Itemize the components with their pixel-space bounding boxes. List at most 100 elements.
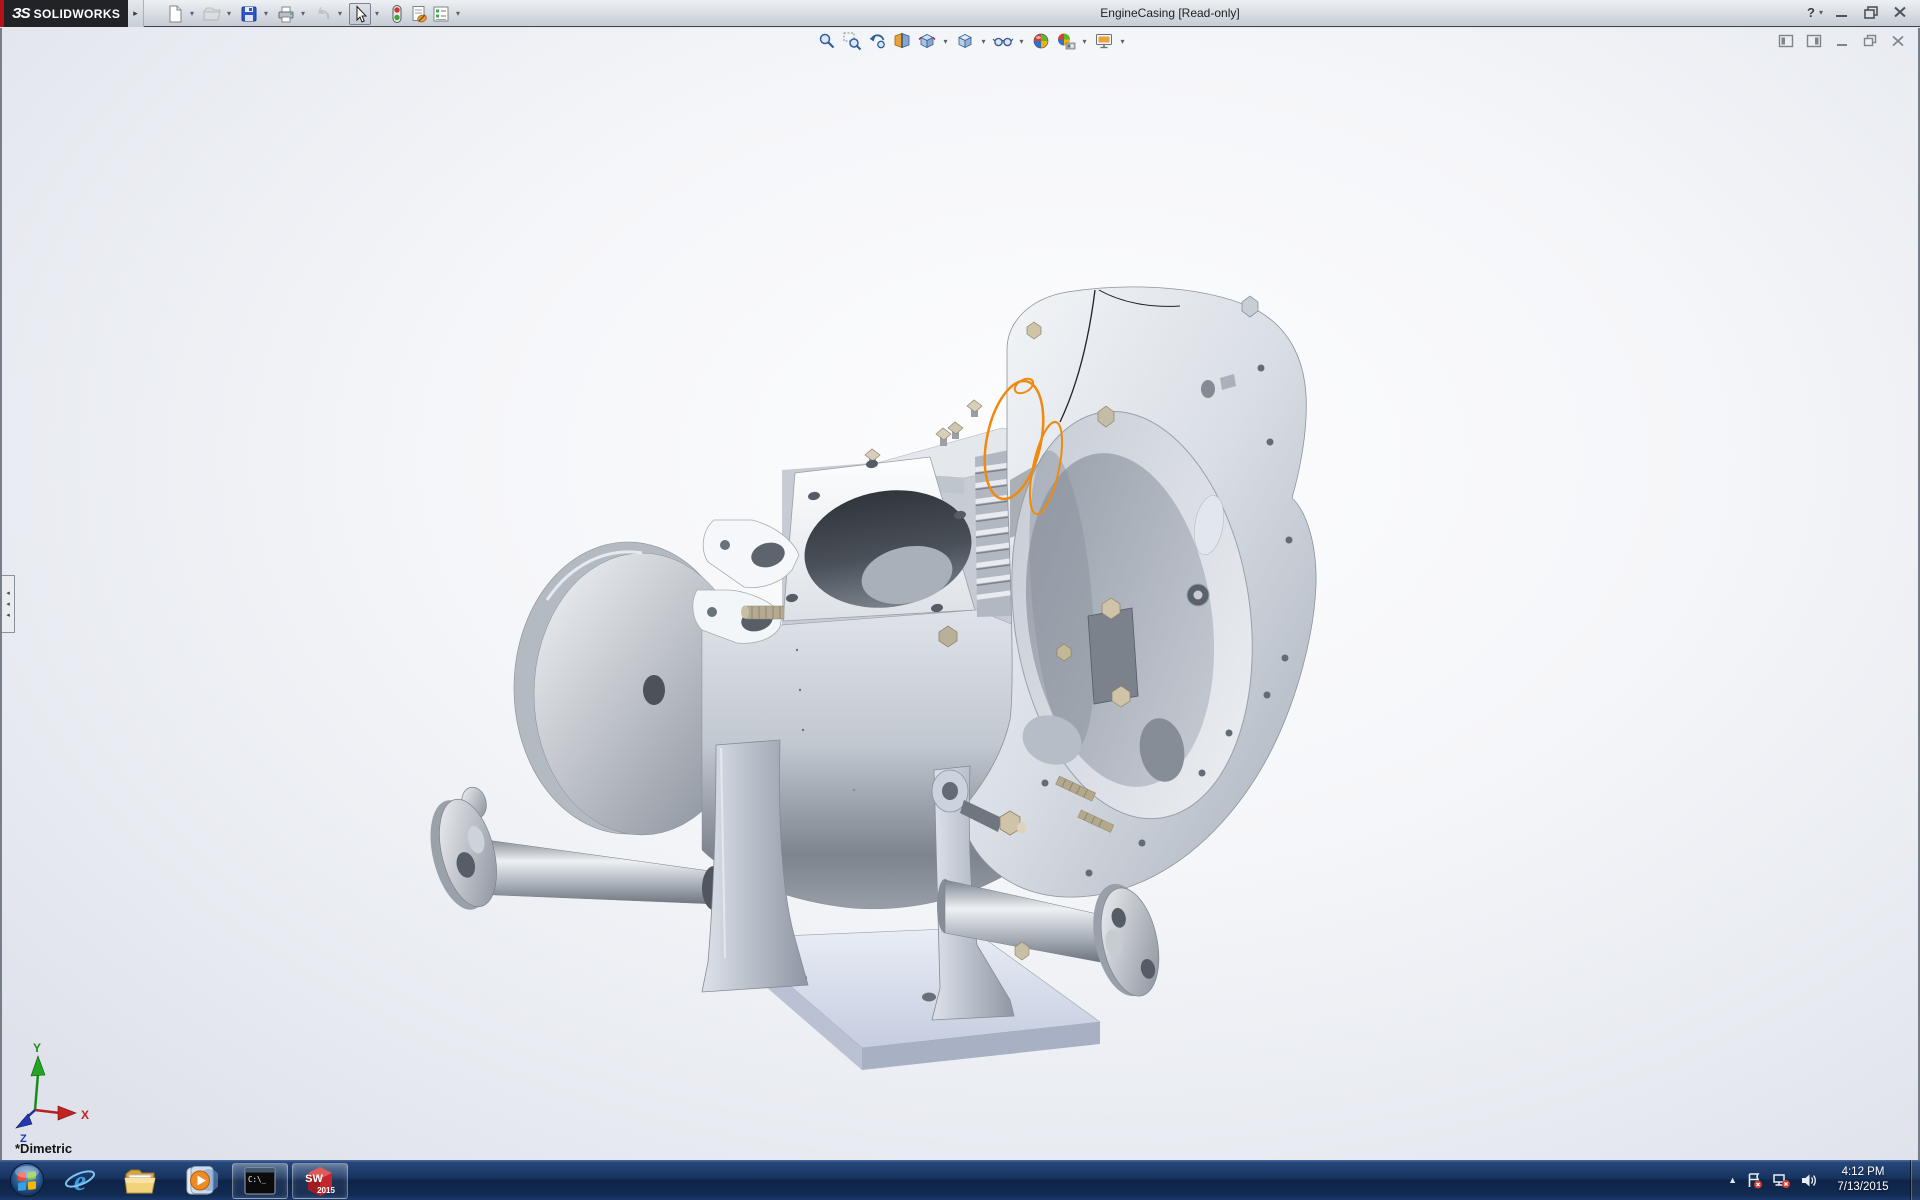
minimize-icon[interactable] <box>1832 4 1852 20</box>
menu-expand-arrow-icon[interactable]: ▸ <box>128 0 144 27</box>
print-button[interactable] <box>275 3 297 25</box>
pane-right-icon[interactable] <box>1806 34 1822 48</box>
help-button[interactable]: ? <box>1807 5 1815 20</box>
view-settings-button[interactable] <box>1091 30 1116 52</box>
save-dropdown[interactable]: ▾ <box>260 3 272 25</box>
doc-close-icon[interactable] <box>1890 34 1906 48</box>
bolt[interactable] <box>948 422 963 439</box>
hide-show-items-dropdown[interactable]: ▾ <box>1015 30 1028 52</box>
windows-start-orb-icon <box>8 1161 46 1199</box>
print-dropdown[interactable]: ▾ <box>297 3 309 25</box>
new-document-dropdown[interactable]: ▾ <box>186 3 198 25</box>
show-desktop-button[interactable] <box>1910 1160 1920 1200</box>
engine-casing-model[interactable]: Y X Z <box>2 28 1920 1160</box>
collapse-arrow-icon: ◂ <box>6 590 10 597</box>
options-dropdown[interactable]: ▾ <box>452 3 464 25</box>
close-icon[interactable] <box>1890 4 1910 20</box>
select-cursor-icon <box>350 4 370 24</box>
view-orientation-label: *Dimetric <box>15 1141 72 1156</box>
taskbar-item-internet-explorer[interactable]: e <box>52 1163 108 1199</box>
taskbar-item-media-player[interactable] <box>172 1163 228 1199</box>
show-hidden-icons-button[interactable]: ▲ <box>1728 1175 1737 1185</box>
main-toolbar: ▾ ▾ ▾ ▾ <box>164 2 467 25</box>
graphics-viewport[interactable]: Y X Z <box>0 28 1920 1160</box>
network-error-icon[interactable] <box>1772 1172 1791 1189</box>
hide-show-items-button[interactable] <box>990 30 1015 52</box>
sw-letters: SW <box>305 1173 323 1185</box>
doc-minimize-icon[interactable] <box>1834 34 1850 48</box>
featuremanager-collapsed-tab[interactable]: ◂ ◂ ◂ <box>2 575 15 633</box>
internet-explorer-icon: e <box>62 1164 98 1198</box>
brand-mark: ЗS <box>12 5 30 22</box>
threaded-stud[interactable] <box>741 606 784 620</box>
open-folder-icon <box>202 4 222 24</box>
document-title: EngineCasing [Read-only] <box>1040 6 1300 20</box>
triad-x-arrow <box>58 1106 76 1120</box>
undo-dropdown[interactable]: ▾ <box>334 3 346 25</box>
apply-scene-icon <box>1056 31 1076 51</box>
open-button[interactable] <box>201 3 223 25</box>
select-dropdown[interactable]: ▾ <box>371 3 383 25</box>
edit-appearance-button[interactable] <box>1028 30 1053 52</box>
display-style-icon <box>955 31 975 51</box>
collapse-arrow-icon: ◂ <box>6 601 10 608</box>
apply-scene-dropdown[interactable]: ▾ <box>1078 30 1091 52</box>
select-tool-button[interactable] <box>349 3 371 25</box>
file-properties-button[interactable] <box>408 3 430 25</box>
rebuild-traffic-light-icon <box>387 4 407 24</box>
rebuild-button[interactable] <box>386 3 408 25</box>
save-button[interactable] <box>238 3 260 25</box>
section-view-button[interactable] <box>889 30 914 52</box>
display-style-button[interactable] <box>952 30 977 52</box>
view-settings-dropdown[interactable]: ▾ <box>1116 30 1129 52</box>
folder-icon <box>122 1165 158 1197</box>
system-tray: ▲ 4:12 PM 7/13/2015 <box>1728 1160 1920 1200</box>
help-dropdown[interactable]: ▾ <box>1819 8 1823 17</box>
save-floppy-icon <box>239 4 259 24</box>
zoom-to-fit-icon <box>817 31 837 51</box>
previous-view-button[interactable] <box>864 30 889 52</box>
solidworks-logo: ЗS SOLIDWORKS <box>0 0 128 27</box>
view-orientation-button[interactable] <box>914 30 939 52</box>
collapse-arrow-icon: ◂ <box>6 612 10 619</box>
title-bar: ЗS SOLIDWORKS ▸ ▾ ▾ ▾ <box>0 0 1920 27</box>
part-clutch-housing[interactable] <box>960 287 1316 897</box>
taskbar-clock[interactable]: 4:12 PM 7/13/2015 <box>1831 1165 1895 1195</box>
clock-time: 4:12 PM <box>1831 1165 1895 1180</box>
taskbar: e C:\_ SW 201 <box>0 1160 1920 1200</box>
zoom-to-area-button[interactable] <box>839 30 864 52</box>
document-window-controls <box>1778 34 1906 48</box>
view-orientation-dropdown[interactable]: ▾ <box>939 30 952 52</box>
media-player-icon <box>182 1164 218 1198</box>
doc-restore-icon[interactable] <box>1862 34 1878 48</box>
glasses-icon <box>992 31 1014 51</box>
volume-icon[interactable] <box>1800 1172 1818 1189</box>
appearance-sphere-icon <box>1031 31 1051 51</box>
taskbar-item-command-prompt[interactable]: C:\_ <box>232 1163 288 1199</box>
pane-left-icon[interactable] <box>1778 34 1794 48</box>
taskbar-item-solidworks[interactable]: SW 2015 <box>292 1163 348 1199</box>
view-settings-icon <box>1094 31 1114 51</box>
restore-icon[interactable] <box>1861 4 1881 20</box>
window-controls: ? ▾ <box>1807 4 1910 20</box>
start-button[interactable] <box>4 1160 50 1200</box>
cmd-prompt-text: C:\_ <box>248 1175 267 1184</box>
options-button[interactable] <box>430 3 452 25</box>
new-document-button[interactable] <box>164 3 186 25</box>
command-prompt-icon: C:\_ <box>244 1167 276 1195</box>
apply-scene-button[interactable] <box>1053 30 1078 52</box>
display-style-dropdown[interactable]: ▾ <box>977 30 990 52</box>
taskbar-item-windows-explorer[interactable] <box>112 1163 168 1199</box>
file-properties-icon <box>409 4 429 24</box>
print-icon <box>276 4 296 24</box>
bolt[interactable] <box>967 400 982 417</box>
undo-button[interactable] <box>312 3 334 25</box>
open-dropdown[interactable]: ▾ <box>223 3 235 25</box>
undo-arrow-icon <box>313 4 333 24</box>
action-center-flag-icon[interactable] <box>1746 1172 1763 1189</box>
zoom-to-area-icon <box>842 31 862 51</box>
sw-year: 2015 <box>317 1186 335 1195</box>
headsup-view-toolbar: ▾ ▾ ▾ <box>814 30 1129 52</box>
orientation-triad: Y X Z <box>16 1041 89 1145</box>
zoom-to-fit-button[interactable] <box>814 30 839 52</box>
